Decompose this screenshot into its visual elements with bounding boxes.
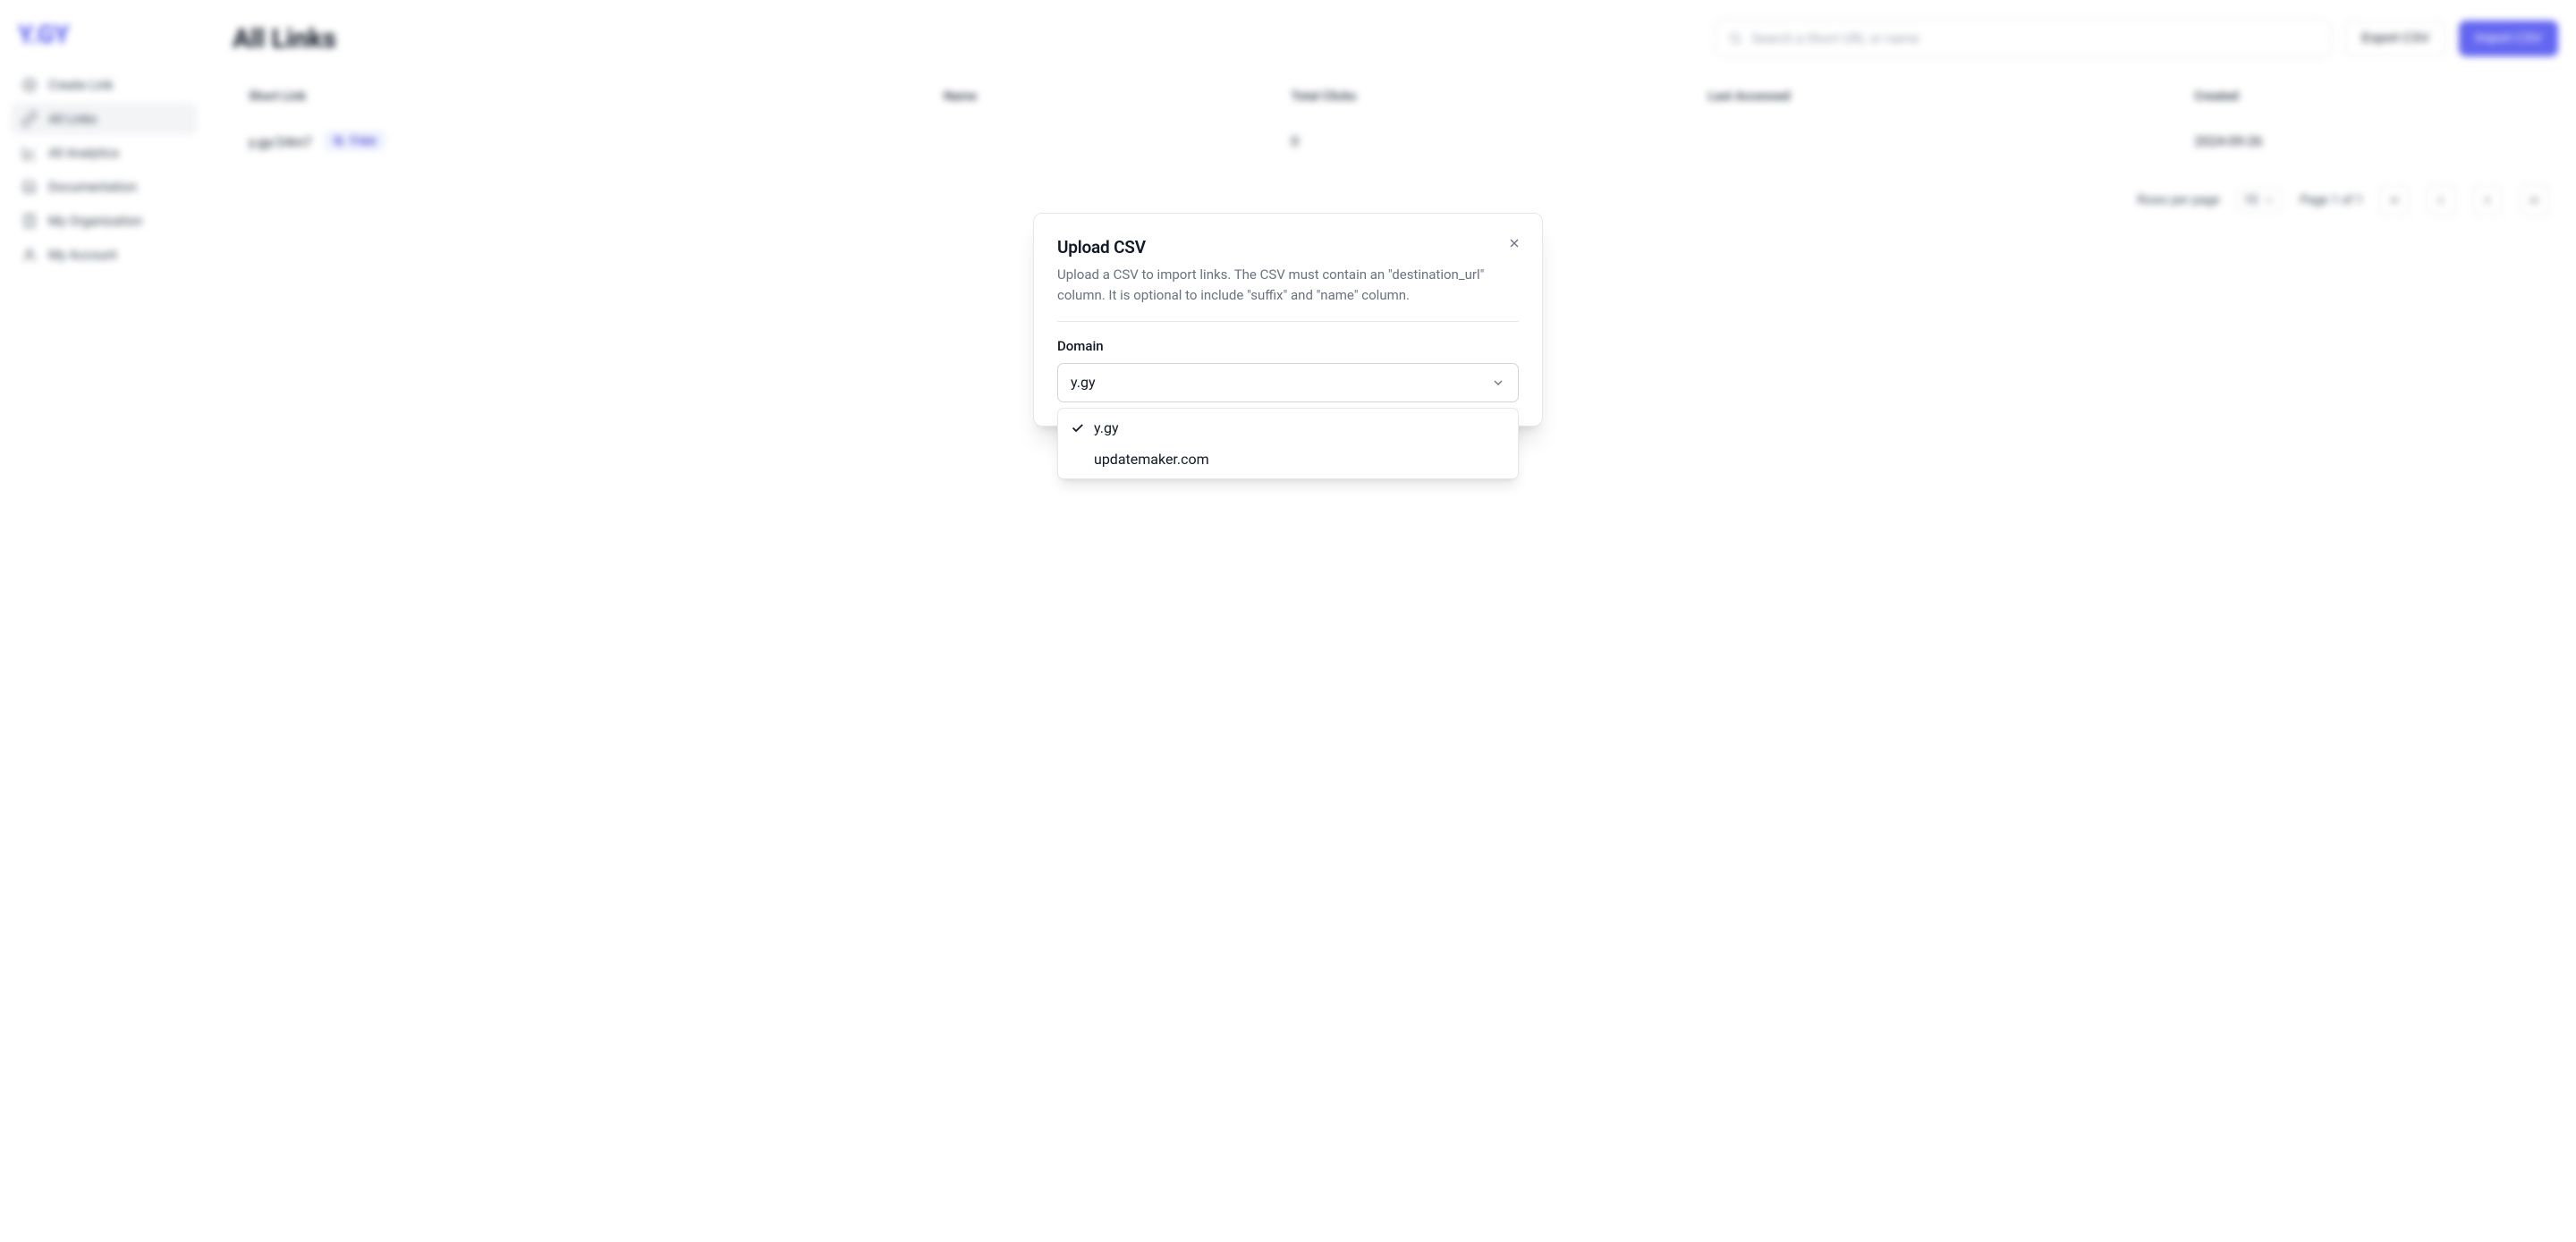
close-button[interactable] bbox=[1504, 233, 1524, 253]
modal-title: Upload CSV bbox=[1057, 237, 1519, 258]
check-icon bbox=[1069, 419, 1085, 435]
domain-option-label: updatemaker.com bbox=[1094, 451, 1209, 468]
domain-field-label: Domain bbox=[1057, 338, 1519, 354]
domain-option-ygy[interactable]: y.gy bbox=[1062, 412, 1514, 444]
domain-option-updatemaker[interactable]: updatemaker.com bbox=[1062, 444, 1514, 475]
domain-selected-value: y.gy bbox=[1071, 374, 1096, 391]
domain-option-label: y.gy bbox=[1094, 419, 1119, 436]
domain-select[interactable]: y.gy bbox=[1057, 363, 1519, 402]
modal-description: Upload a CSV to import links. The CSV mu… bbox=[1057, 265, 1519, 307]
chevron-down-icon bbox=[1491, 376, 1505, 390]
close-icon bbox=[1507, 236, 1521, 250]
modal-divider bbox=[1057, 321, 1519, 322]
modal-overlay[interactable]: Upload CSV Upload a CSV to import links.… bbox=[0, 0, 2576, 1242]
upload-csv-modal: Upload CSV Upload a CSV to import links.… bbox=[1033, 213, 1543, 427]
check-slot-empty bbox=[1069, 451, 1085, 467]
domain-dropdown: y.gy updatemaker.com bbox=[1057, 408, 1519, 479]
